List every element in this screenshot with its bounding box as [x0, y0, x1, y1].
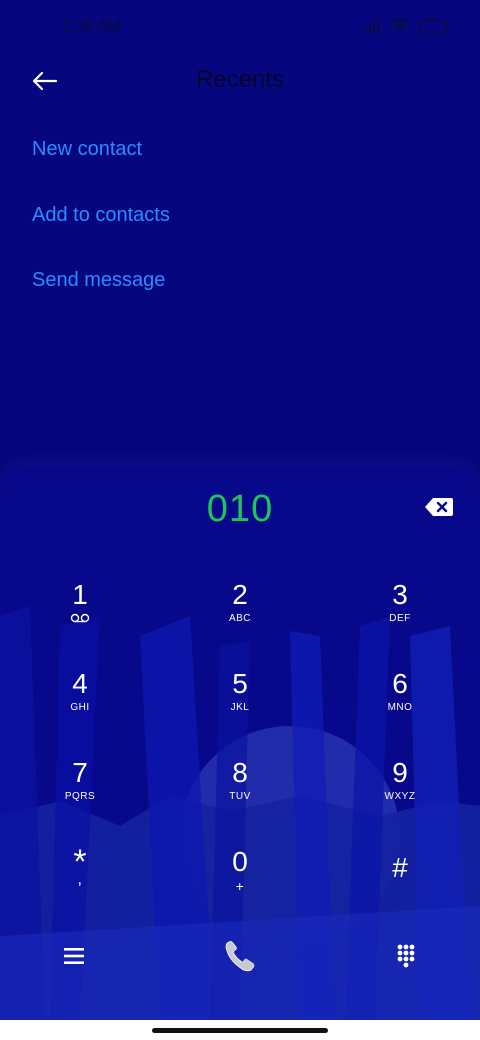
call-button[interactable]	[220, 936, 260, 976]
key-7[interactable]: 7 PQRS	[20, 758, 140, 838]
key-digit: 9	[392, 757, 408, 788]
key-9[interactable]: 9 WXYZ	[340, 758, 460, 838]
key-digit: 7	[72, 757, 88, 788]
wifi-icon	[390, 18, 410, 34]
key-letters: WXYZ	[384, 791, 416, 802]
key-6[interactable]: 6 MNO	[340, 669, 460, 749]
phone-call-icon	[225, 941, 255, 972]
dialpad-panel: 010 1 2 ABC 3 DEF 4 GHI 5 JKL 6 MNO 7 PQ…	[0, 466, 480, 1022]
key-8[interactable]: 8 TUV	[180, 758, 300, 838]
backspace-button[interactable]	[424, 496, 454, 518]
key-letters: JKL	[230, 702, 250, 713]
page-title: Recents	[195, 66, 285, 93]
key-letters: GHI	[70, 702, 90, 713]
key-letters: MNO	[387, 702, 413, 713]
new-contact-link[interactable]: New contact	[32, 138, 142, 161]
key-letters: +	[235, 878, 245, 894]
key-3[interactable]: 3 DEF	[340, 580, 460, 660]
add-to-contacts-link[interactable]: Add to contacts	[32, 204, 170, 227]
voicemail-icon	[70, 613, 90, 623]
key-digit: 3	[392, 579, 408, 610]
key-digit: 0	[232, 846, 248, 877]
home-indicator[interactable]	[152, 1028, 328, 1033]
status-bar: 2:36 AM	[0, 0, 480, 56]
key-digit: 6	[392, 668, 408, 699]
key-digit: 1	[72, 579, 88, 610]
send-message-link[interactable]: Send message	[32, 269, 165, 292]
key-digit: 2	[232, 579, 248, 610]
key-hash[interactable]: #	[340, 847, 460, 927]
key-5[interactable]: 5 JKL	[180, 669, 300, 749]
signal-icon	[365, 20, 379, 33]
key-letters: ,	[77, 871, 83, 888]
menu-button[interactable]	[56, 938, 92, 974]
status-icons	[364, 18, 450, 34]
key-letters: PQRS	[64, 791, 96, 802]
key-letters: TUV	[229, 791, 251, 802]
dialpad-toggle-button[interactable]	[388, 938, 424, 974]
top-bar: Recents	[0, 56, 480, 106]
key-4[interactable]: 4 GHI	[20, 669, 140, 749]
status-time: 2:36 AM	[62, 18, 121, 35]
key-digit: 8	[232, 757, 248, 788]
menu-icon	[64, 948, 84, 964]
key-2[interactable]: 2 ABC	[180, 580, 300, 660]
key-0[interactable]: 0 +	[180, 847, 300, 927]
battery-icon	[418, 19, 448, 33]
key-letters: ABC	[228, 613, 252, 624]
backspace-icon	[425, 498, 453, 516]
navigation-bar	[0, 1020, 480, 1040]
dialpad-grid-icon	[397, 944, 415, 968]
key-digit: #	[392, 852, 408, 883]
key-digit: 4	[72, 668, 88, 699]
key-digit: 5	[232, 668, 248, 699]
key-1[interactable]: 1	[20, 580, 140, 660]
dialed-number: 010	[206, 488, 274, 530]
key-star[interactable]: * ,	[20, 845, 140, 927]
key-letters: DEF	[389, 613, 411, 624]
